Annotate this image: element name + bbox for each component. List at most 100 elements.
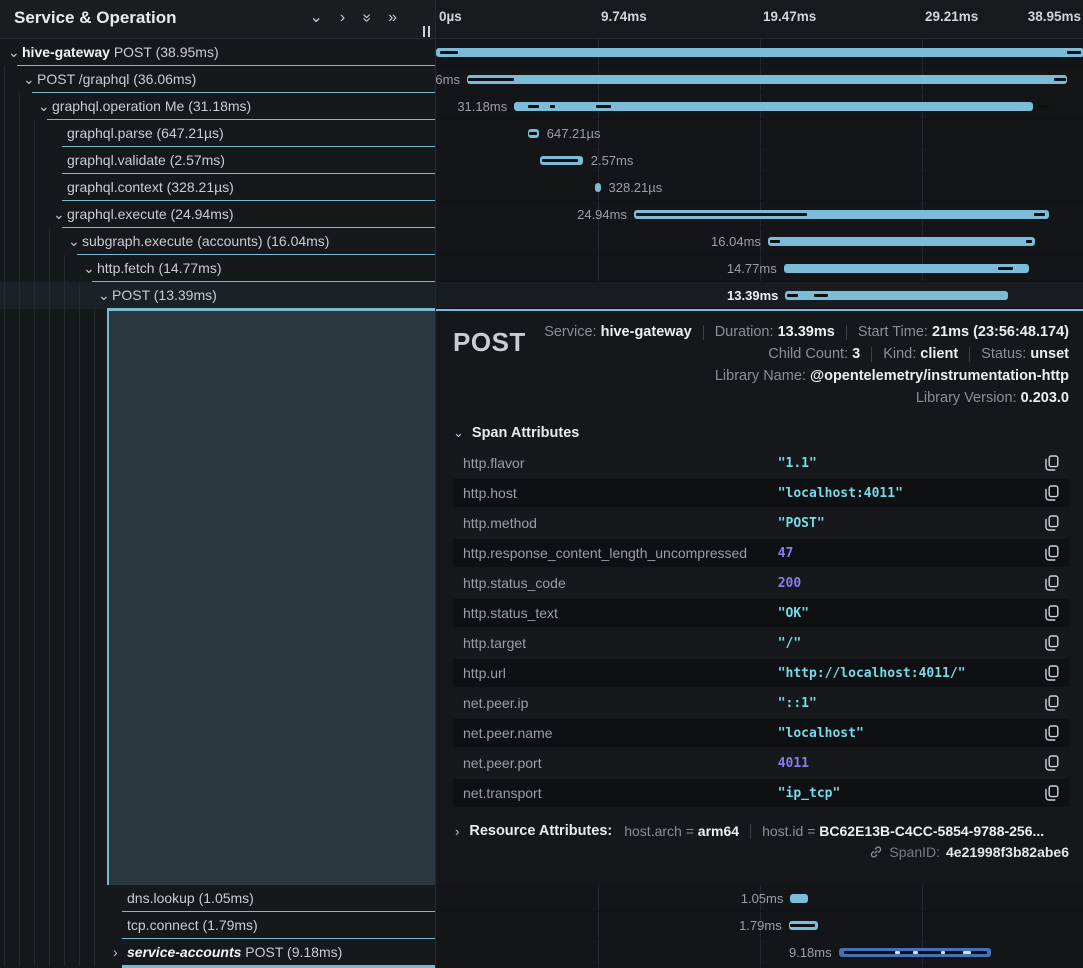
indent-guide [34, 255, 35, 282]
timeline-row[interactable]: 36.06ms [436, 66, 1083, 93]
collapse-one-icon[interactable]: ⌄ [309, 9, 322, 27]
timeline-row[interactable] [436, 39, 1083, 66]
copy-button[interactable] [1039, 604, 1059, 622]
span-tree-row[interactable]: ⌄graphql.execute (24.94ms) [0, 201, 435, 228]
timeline-row[interactable]: 647.21µs [436, 120, 1083, 147]
chevron-right-icon: › [455, 824, 459, 839]
timeline-row[interactable]: 2.57ms [436, 147, 1083, 174]
span-attributes-table: http.flavor"1.1"http.host"localhost:4011… [453, 449, 1069, 807]
chevron-down-icon[interactable]: ⌄ [38, 93, 50, 119]
timeline-row[interactable]: 328.21µs [436, 174, 1083, 201]
tree-header-toolbar: ⌄ › » » [309, 9, 397, 27]
copy-button[interactable] [1039, 664, 1059, 682]
timeline-row[interactable]: 31.18ms [436, 93, 1083, 120]
timeline-row[interactable]: 1.05ms [436, 885, 1083, 912]
span-tree-row[interactable]: ⌄subgraph.execute (accounts) (16.04ms) [0, 228, 435, 255]
span-tree-row[interactable]: graphql.parse (647.21µs) [0, 120, 435, 147]
resource-attributes-row[interactable]: › Resource Attributes: host.arch = arm64… [453, 823, 1069, 839]
attribute-value: "localhost" [778, 726, 1039, 741]
copy-button[interactable] [1039, 484, 1059, 502]
span-tree-row[interactable]: ⌄graphql.operation Me (31.18ms) [0, 93, 435, 120]
expand-one-icon[interactable]: › [340, 9, 345, 27]
chevron-down-icon[interactable]: ⌄ [68, 228, 80, 254]
timeline-row[interactable]: 16.04ms [436, 228, 1083, 255]
detail-meta-item: Kind: client [883, 343, 958, 365]
span-tree-row[interactable]: ⌄POST (13.39ms) [0, 282, 435, 309]
copy-button[interactable] [1039, 634, 1059, 652]
copy-icon [1045, 575, 1059, 591]
indent-guide [94, 885, 95, 912]
span-detail-title: POST [453, 321, 526, 358]
span-bar[interactable] [436, 48, 1083, 57]
span-attributes-header[interactable]: ⌄ Span Attributes [453, 425, 1069, 441]
resource-pair: host.id = BC62E13B-C4CC-5854-9788-256... [762, 823, 1044, 839]
indent-guide [49, 885, 50, 912]
indent-guide [4, 255, 5, 282]
copy-button[interactable] [1039, 544, 1059, 562]
span-label: tcp.connect (1.79ms) [127, 912, 258, 939]
indent-guide [34, 885, 35, 912]
expand-all-icon[interactable]: » [388, 9, 397, 27]
chevron-down-icon[interactable]: ⌄ [53, 201, 65, 227]
span-bar[interactable] [790, 894, 807, 903]
indent-guide [19, 201, 20, 228]
indent-guide [79, 939, 80, 966]
indent-guide [64, 885, 65, 912]
copy-icon [1045, 695, 1059, 711]
span-label: subgraph.execute (accounts) (16.04ms) [82, 228, 329, 255]
span-tree-row[interactable]: dns.lookup (1.05ms) [0, 885, 435, 912]
copy-button[interactable] [1039, 694, 1059, 712]
span-label: dns.lookup (1.05ms) [127, 885, 254, 912]
copy-button[interactable] [1039, 784, 1059, 802]
indent-guide [4, 939, 5, 966]
column-resize-handle[interactable] [423, 26, 430, 37]
indent-guide [19, 228, 20, 255]
meta-value: 13.39ms [778, 324, 835, 340]
copy-button[interactable] [1039, 574, 1059, 592]
collapse-all-icon[interactable]: » [358, 14, 376, 23]
span-tree-row[interactable]: ›service-accounts POST (9.18ms) [0, 939, 435, 966]
span-tree-row[interactable]: graphql.context (328.21µs) [0, 174, 435, 201]
timeline-row[interactable]: 13.39ms [436, 282, 1083, 309]
indent-guide [19, 912, 20, 939]
span-bar[interactable] [768, 237, 1035, 246]
resource-key: host.id [762, 823, 803, 839]
attribute-row: http.target"/" [453, 629, 1069, 657]
span-tree-row[interactable]: tcp.connect (1.79ms) [0, 912, 435, 939]
chevron-down-icon[interactable]: ⌄ [83, 255, 95, 281]
span-tree-row[interactable]: ⌄hive-gateway POST (38.95ms) [0, 39, 435, 66]
chevron-down-icon[interactable]: ⌄ [98, 282, 110, 308]
span-tree-row[interactable]: graphql.validate (2.57ms) [0, 147, 435, 174]
span-bar[interactable] [467, 75, 1067, 84]
timeline-row[interactable]: 14.77ms [436, 255, 1083, 282]
span-bar[interactable] [514, 102, 1033, 111]
chevron-right-icon[interactable]: › [113, 939, 125, 965]
timeline-row[interactable]: 24.94ms [436, 201, 1083, 228]
meta-value: 3 [852, 346, 860, 362]
timeline-row[interactable]: 9.18ms [436, 939, 1083, 966]
span-tree-row[interactable]: ⌄http.fetch (14.77ms) [0, 255, 435, 282]
span-bar[interactable] [784, 264, 1030, 273]
resource-value: arm64 [698, 823, 739, 839]
chevron-down-icon[interactable]: ⌄ [8, 39, 20, 65]
copy-button[interactable] [1039, 454, 1059, 472]
timeline-row[interactable]: 1.79ms [436, 912, 1083, 939]
meta-value: unset [1030, 346, 1069, 362]
span-duration-label: 9.18ms [789, 939, 832, 966]
indent-guide [64, 309, 65, 885]
span-tree-row[interactable]: ⌄POST /graphql (36.06ms) [0, 66, 435, 93]
indent-guide [34, 282, 35, 309]
attribute-row: net.peer.name"localhost" [453, 719, 1069, 747]
indent-guide [64, 282, 65, 309]
span-bar[interactable] [595, 183, 600, 192]
copy-button[interactable] [1039, 514, 1059, 532]
meta-label: Duration: [715, 324, 778, 340]
detail-meta-item: Duration: 13.39ms [715, 321, 835, 343]
link-icon [869, 845, 883, 859]
chevron-down-icon[interactable]: ⌄ [23, 66, 35, 92]
tree-header-title: Service & Operation [14, 8, 177, 28]
copy-button[interactable] [1039, 724, 1059, 742]
attribute-value: "POST" [778, 516, 1039, 531]
copy-button[interactable] [1039, 754, 1059, 772]
attribute-row: net.transport"ip_tcp" [453, 779, 1069, 807]
